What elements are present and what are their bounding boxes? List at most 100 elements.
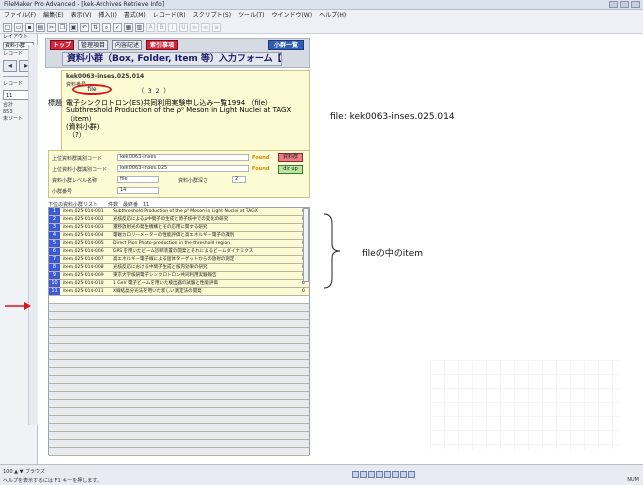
row-number[interactable]: 11 (49, 288, 60, 295)
ime-tools-icon[interactable] (392, 471, 399, 478)
menu-edit[interactable]: 編集(E) (43, 10, 63, 21)
print-icon[interactable]: ▤ (36, 22, 45, 32)
save-icon[interactable]: ▪ (25, 22, 34, 32)
empty-list-item[interactable] (49, 368, 309, 376)
parent-group-code-field[interactable]: kek0063-inses (117, 154, 249, 161)
open-icon[interactable]: ▭ (14, 22, 23, 32)
list-item[interactable]: 1 item 025-014-001 Subthreshold Production… (49, 208, 309, 216)
empty-list-item[interactable] (49, 376, 309, 384)
dir-up-button[interactable]: dir up (278, 165, 303, 174)
find-icon[interactable]: ⌕ (102, 22, 111, 32)
row-number[interactable]: 2 (49, 216, 60, 223)
parent-subgroup-code-field[interactable]: kek0063-inses.025 (117, 165, 249, 172)
spell-icon[interactable]: ✓ (113, 22, 122, 32)
content-description-button[interactable]: 内容記述 (112, 40, 142, 50)
row-number[interactable]: 1 (49, 208, 60, 215)
list-item[interactable]: 10 item 025-014-010 1 GeV 電子ビームを用いた検出器の試験と… (49, 280, 309, 288)
ime-pad-icon[interactable] (376, 471, 383, 478)
ime-help-icon[interactable] (400, 471, 407, 478)
empty-list-item[interactable] (49, 336, 309, 344)
empty-list-item[interactable] (49, 408, 309, 416)
cut-icon[interactable]: ✂ (47, 22, 56, 32)
list-item[interactable]: 7 item 025-014-007 高エネルギー電子線による固体ターゲットからの放… (49, 256, 309, 264)
paste-icon[interactable]: ▣ (69, 22, 78, 32)
index-items-button[interactable]: 索引事項 (146, 40, 178, 50)
minimize-button[interactable] (609, 1, 618, 8)
empty-list-item[interactable] (49, 440, 309, 448)
empty-list-item[interactable] (49, 400, 309, 408)
status-area-resize[interactable] (28, 45, 38, 425)
list-item[interactable]: 6 item 025-014-006 GPS を用いたビーム診断装置の開発とそれによ… (49, 248, 309, 256)
subgroup-list-button[interactable]: 小群一覧 (268, 40, 304, 50)
row-number[interactable]: 6 (49, 248, 60, 255)
empty-list-item[interactable] (49, 328, 309, 336)
new-icon[interactable]: □ (3, 22, 12, 32)
ime-convert-icon[interactable] (368, 471, 375, 478)
menu-insert[interactable]: 挿入(I) (98, 10, 116, 21)
row-number[interactable]: 9 (49, 272, 60, 279)
ime-options-icon[interactable] (408, 471, 415, 478)
menu-file[interactable]: ファイル(F) (4, 10, 36, 21)
list-item[interactable]: 8item 025-014-008光核反応における中間子生成と核内効果の研究0 (49, 264, 309, 272)
menu-window[interactable]: ウインドウ(W) (271, 10, 312, 21)
empty-list-item[interactable] (49, 320, 309, 328)
browse-icon[interactable]: ▥ (135, 22, 144, 32)
list-scrollbar[interactable] (303, 208, 309, 282)
menu-tools[interactable]: ツール(T) (238, 10, 264, 21)
empty-list-item[interactable] (49, 296, 309, 304)
row-number[interactable]: 4 (49, 232, 60, 239)
underline-icon[interactable]: U (179, 22, 188, 32)
italic-icon[interactable]: I (168, 22, 177, 32)
menu-scripts[interactable]: スクリプト(S) (193, 10, 232, 21)
menu-view[interactable]: 表示(V) (71, 10, 92, 21)
bold-icon[interactable]: B (157, 22, 166, 32)
empty-list-item[interactable] (49, 384, 309, 392)
subgroup-depth-field[interactable]: 2 (232, 176, 246, 183)
undo-icon[interactable]: ↶ (80, 22, 89, 32)
empty-list-item[interactable] (49, 424, 309, 432)
ime-dictionary-icon[interactable] (384, 471, 391, 478)
subgroup-level-field[interactable]: file (117, 176, 159, 183)
book-prev-icon[interactable]: ◂ (3, 60, 17, 72)
ime-mode-icon[interactable] (352, 471, 359, 478)
empty-list-item[interactable] (49, 344, 309, 352)
empty-list-item[interactable] (49, 416, 309, 424)
list-item[interactable]: 2 item 025-014-002 光核反応によるρ中間子の生成と原子核中での変化… (49, 216, 309, 224)
layout-icon[interactable]: ▦ (124, 22, 133, 32)
font-icon[interactable]: A (146, 22, 155, 32)
group-button[interactable]: 資料群 (278, 153, 303, 162)
menu-format[interactable]: 書式(M) (124, 10, 146, 21)
row-number[interactable]: 10 (49, 280, 60, 287)
empty-list-item[interactable] (49, 360, 309, 368)
maximize-button[interactable] (620, 1, 629, 8)
list-item[interactable]: 5 item 025-014-005 Direct Pion Photo-produ… (49, 240, 309, 248)
list-item[interactable]: 3item 025-014-003遷移放射光の発生機構とその応用に関する研究0 (49, 224, 309, 232)
empty-list-item[interactable] (49, 352, 309, 360)
empty-list-item[interactable] (49, 304, 309, 312)
row-count: 0 (302, 289, 305, 294)
close-button[interactable] (631, 1, 640, 8)
empty-list-item[interactable] (49, 448, 309, 456)
align-center-icon[interactable]: ≡ (201, 22, 210, 32)
menu-records[interactable]: レコード(R) (153, 10, 186, 21)
empty-list-item[interactable] (49, 392, 309, 400)
row-number[interactable]: 8 (49, 264, 60, 271)
menu-help[interactable]: ヘルプ(H) (319, 10, 346, 21)
empty-list-item[interactable] (49, 312, 309, 320)
list-item[interactable]: 11 item 025-014-011 X線結晶分光法を用いた新しい測定法の開発 0 (49, 288, 309, 296)
copy-icon[interactable]: ❐ (58, 22, 67, 32)
row-number[interactable]: 5 (49, 240, 60, 247)
subgroup-number-field[interactable]: 14 (117, 187, 159, 194)
empty-list-item[interactable] (49, 432, 309, 440)
row-number[interactable]: 7 (49, 256, 60, 263)
list-item[interactable]: 9 item 025-014-009 東京大学核研電子シンクロトロン共同利用実験報告… (49, 272, 309, 280)
row-number[interactable]: 3 (49, 224, 60, 231)
ime-input-icon[interactable] (360, 471, 367, 478)
app-window: FileMaker Pro Advanced - [kek-Archives R… (0, 0, 643, 485)
align-left-icon[interactable]: ≡ (190, 22, 199, 32)
sort-icon[interactable]: ⇅ (91, 22, 100, 32)
manage-items-button[interactable]: 管理項目 (78, 40, 108, 50)
top-button[interactable]: トップ (50, 40, 74, 50)
align-right-icon[interactable]: ≡ (212, 22, 221, 32)
list-item[interactable]: 4 item 025-014-004 電磁カロリーメーターの性能評価と高エネルギー電… (49, 232, 309, 240)
